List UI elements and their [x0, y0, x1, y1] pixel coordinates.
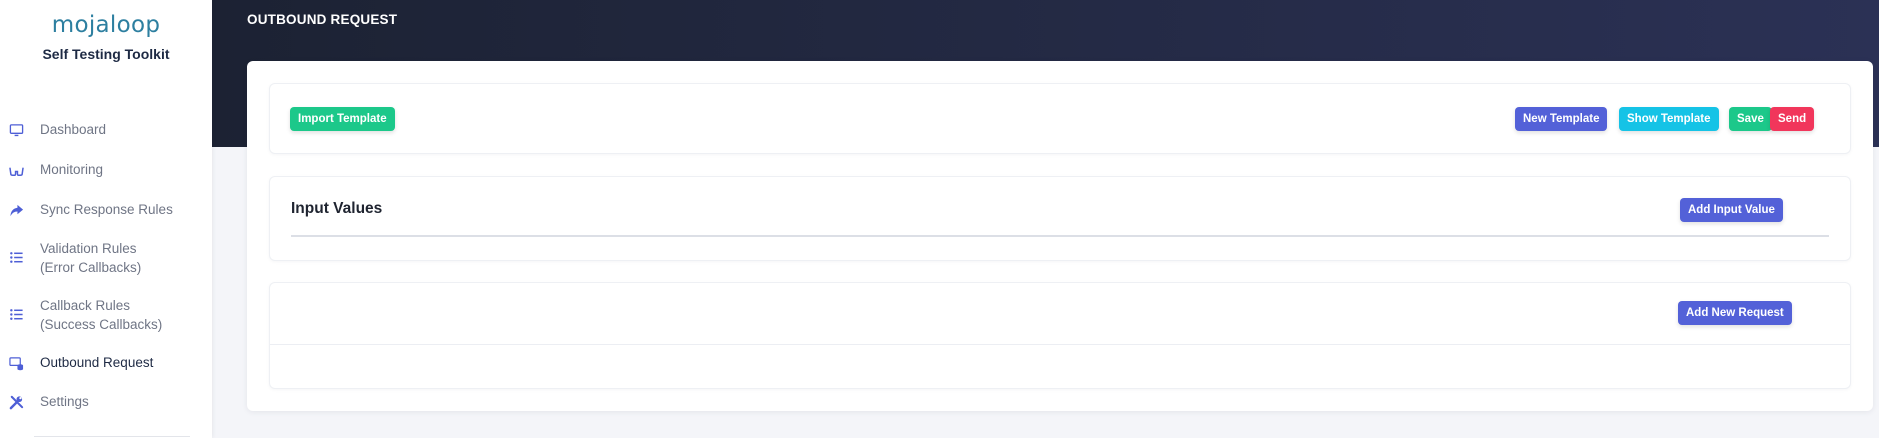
monitor-icon: [8, 122, 24, 138]
sidebar-divider: [34, 436, 190, 437]
save-button[interactable]: Save: [1729, 107, 1772, 131]
glasses-icon: [8, 162, 24, 178]
sidebar-item-label: Dashboard: [40, 122, 107, 137]
input-values-divider: [291, 235, 1829, 237]
requests-card: Add New Request: [270, 283, 1850, 388]
brand: mojaloop Self Testing Toolkit: [0, 0, 212, 62]
add-input-value-button[interactable]: Add Input Value: [1680, 198, 1783, 222]
sidebar-item-label: Settings: [40, 394, 89, 409]
database-icon: [8, 355, 24, 371]
mojaloop-logo[interactable]: mojaloop: [0, 12, 212, 38]
app-subtitle: Self Testing Toolkit: [42, 46, 170, 62]
input-values-title: Input Values: [291, 200, 383, 217]
sidebar-item-sublabel: (Success Callbacks): [40, 317, 163, 332]
sidebar-item-sublabel: (Error Callbacks): [40, 260, 142, 275]
new-template-button[interactable]: New Template: [1515, 107, 1608, 131]
list-icon: [8, 249, 24, 265]
page-title: OUTBOUND REQUEST: [247, 12, 398, 27]
add-new-request-button[interactable]: Add New Request: [1678, 301, 1792, 325]
share-arrow-icon: [8, 202, 24, 218]
tools-icon: [8, 394, 24, 410]
send-button[interactable]: Send: [1770, 107, 1815, 131]
show-template-button[interactable]: Show Template: [1619, 107, 1719, 131]
sidebar-item-label: Monitoring: [40, 162, 104, 177]
sidebar-item-label: Validation Rules: [40, 241, 137, 256]
main-card: Import Template New Template Show Templa…: [247, 61, 1873, 411]
list-icon: [8, 306, 24, 322]
template-toolbar: Import Template New Template Show Templa…: [270, 84, 1850, 153]
requests-divider: [270, 344, 1850, 345]
sidebar-item-label: Outbound Request: [40, 355, 154, 370]
sidebar: mojaloop Self Testing Toolkit Dashboard …: [0, 0, 212, 438]
import-template-button[interactable]: Import Template: [290, 107, 395, 131]
sidebar-item-label: Sync Response Rules: [40, 202, 173, 217]
sidebar-item-label: Callback Rules: [40, 298, 131, 313]
input-values-card: Input Values Add Input Value: [270, 177, 1850, 260]
